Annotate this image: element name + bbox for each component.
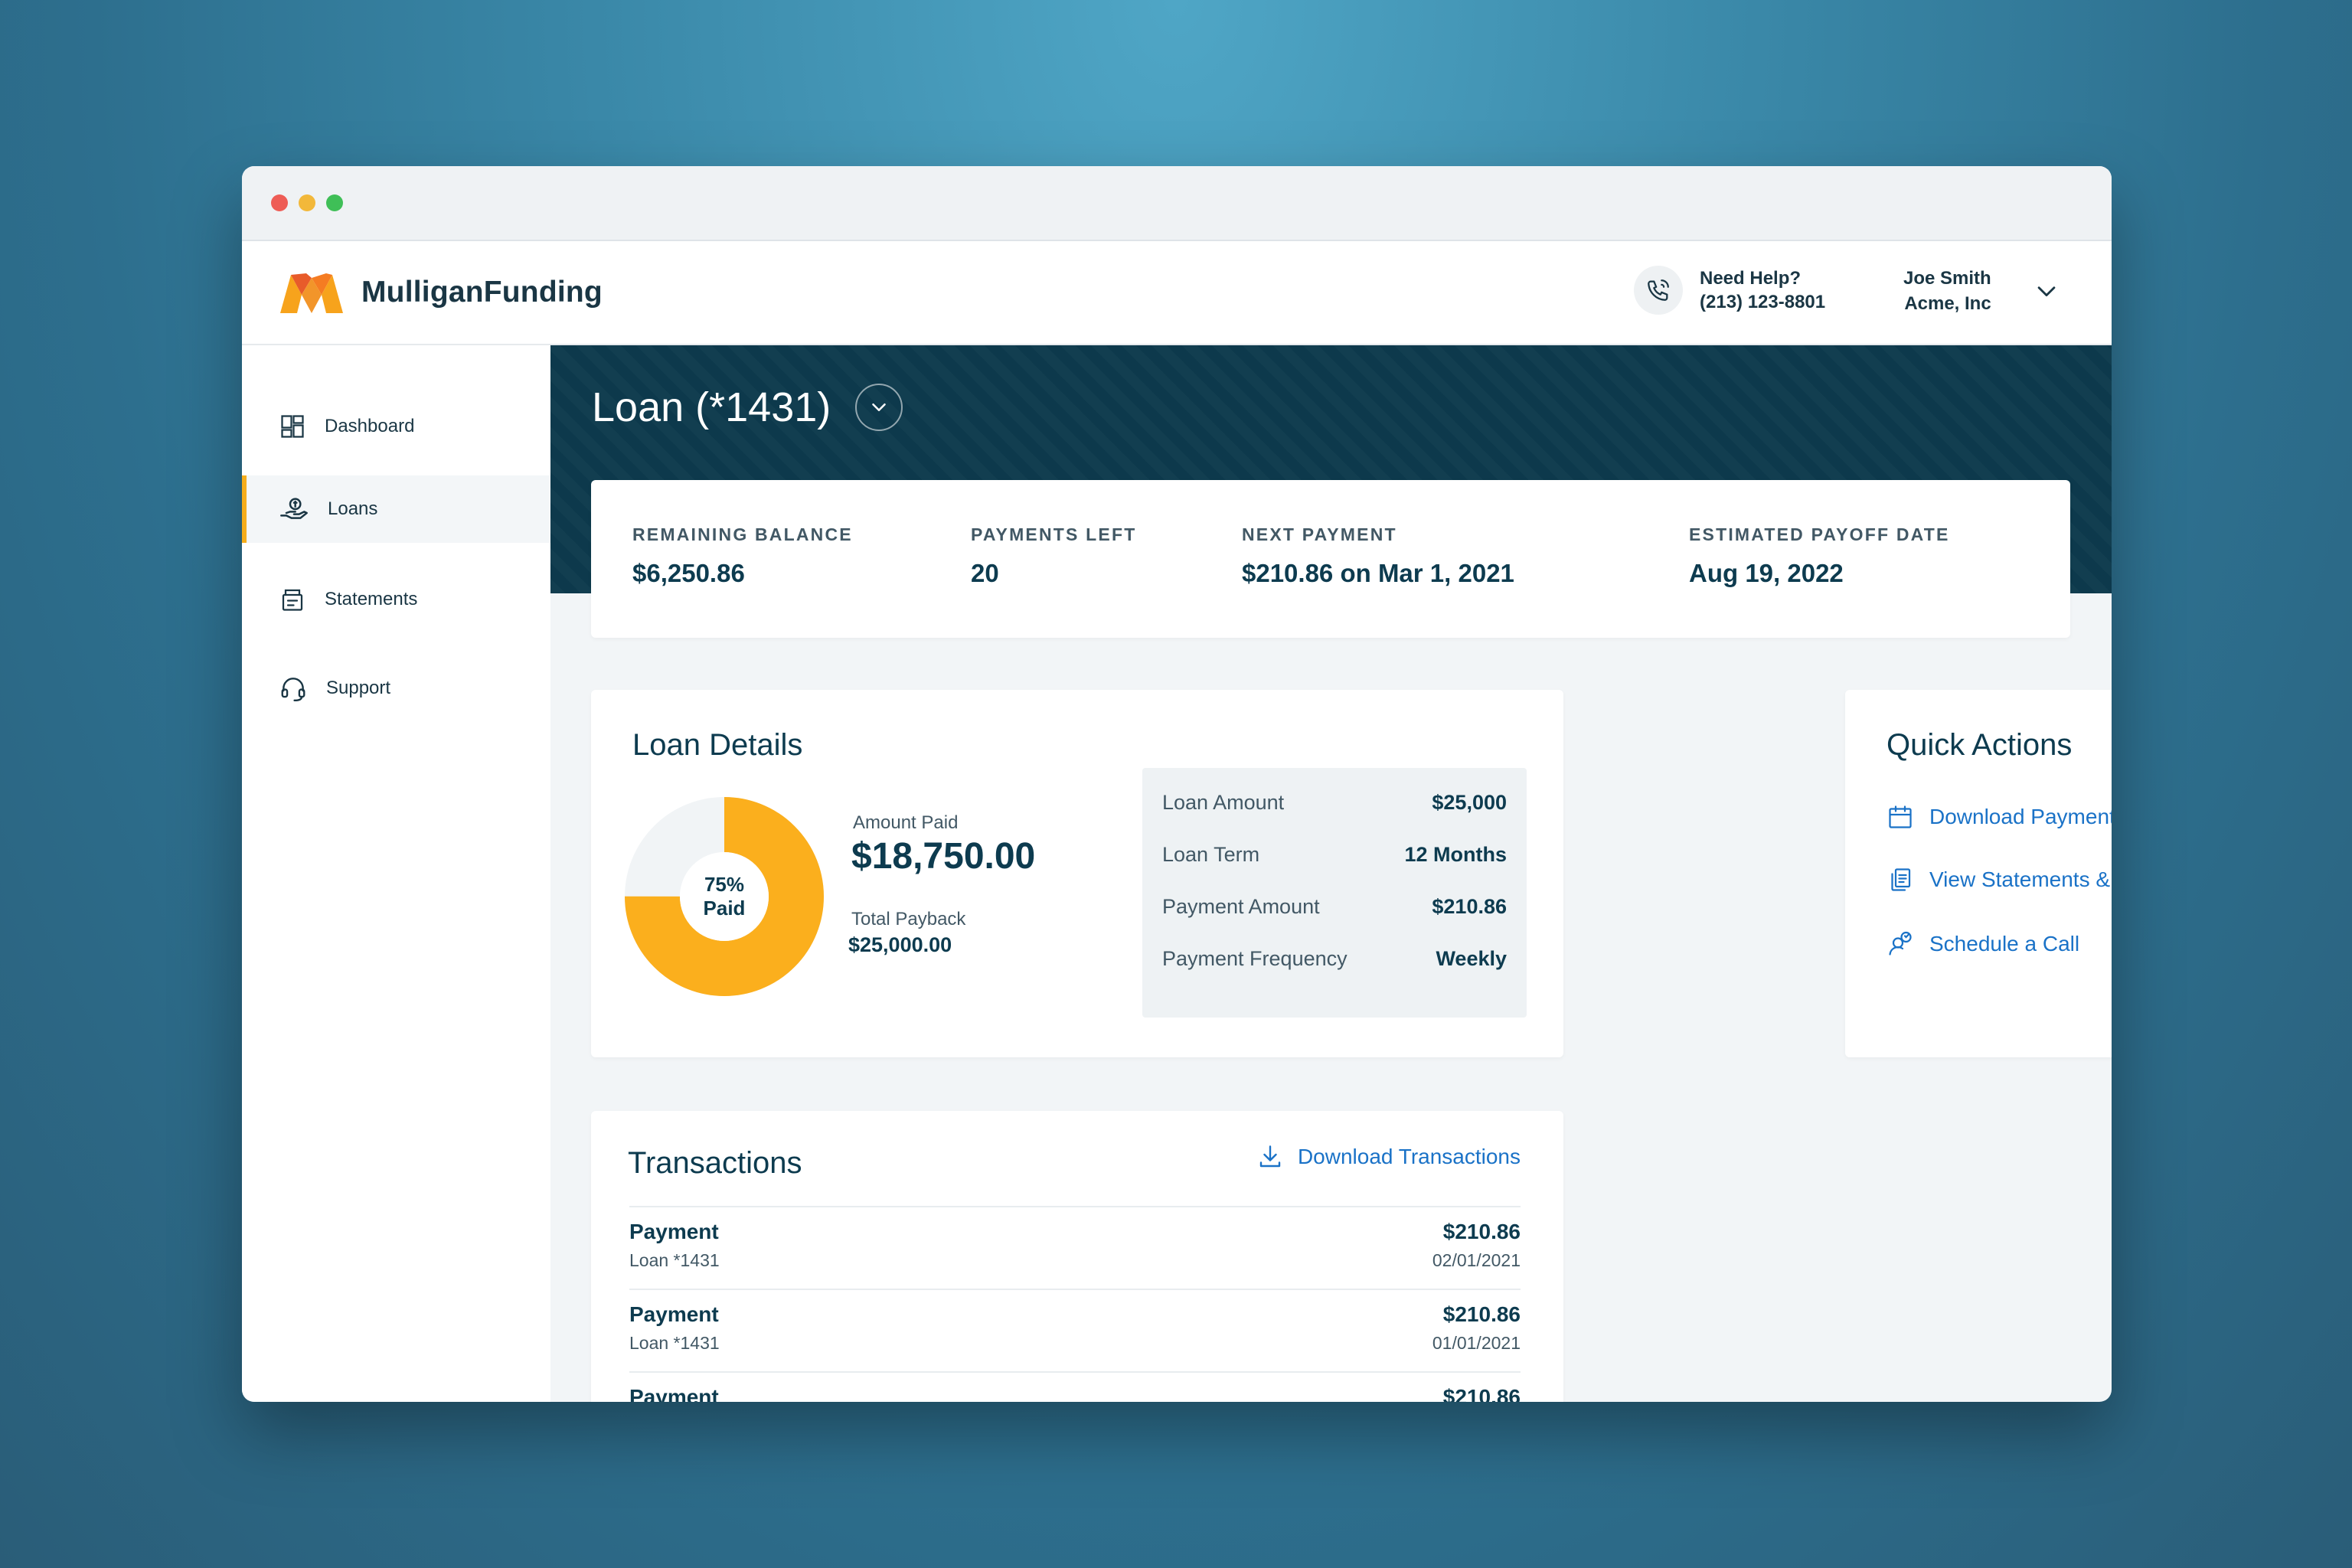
loan-term-row: Loan Term 12 Months [1162, 843, 1507, 895]
user-name: Joe Smith [1903, 268, 1991, 289]
download-payment-schedule-link[interactable]: Download Payment Schedule [1886, 803, 2112, 831]
loan-terms-table: Loan Amount $25,000 Loan Term 12 Months … [1142, 768, 1527, 1018]
stat-estimated-payoff-date: ESTIMATED PAYOFF DATE Aug 19, 2022 [1689, 524, 1950, 588]
call-person-icon [1889, 931, 1912, 956]
stat-label: NEXT PAYMENT [1242, 524, 1397, 544]
minimize-window-button[interactable] [299, 194, 315, 211]
sidebar-nav: Dashboard Loans Statements Support [242, 345, 550, 1402]
dashboard-icon [281, 415, 304, 438]
statements-icon [282, 589, 303, 611]
transaction-amount: $210.86 [1442, 1220, 1521, 1243]
table-row[interactable]: Payment $210.86 [629, 1371, 1521, 1402]
loan-summary-card: REMAINING BALANCE $6,250.86 PAYMENTS LEF… [591, 480, 2070, 638]
transaction-loan: Loan *1431 [629, 1250, 720, 1270]
sidebar-item-label: Support [326, 678, 391, 698]
transaction-type: Payment [629, 1302, 719, 1326]
help-contact[interactable]: Need Help? (213) 123-8801 [1634, 266, 1825, 315]
quick-actions-card: Quick Actions Download Payment Schedule … [1845, 690, 2112, 1057]
transaction-date: 01/01/2021 [1432, 1333, 1521, 1353]
browser-window: MulliganFunding Need Help? (213) 123-880… [242, 166, 2112, 1402]
brand-logo[interactable]: MulliganFunding [280, 270, 603, 315]
amount-paid-label: Amount Paid [853, 812, 959, 833]
stat-value: $6,250.86 [632, 559, 745, 587]
stat-remaining-balance: REMAINING BALANCE $6,250.86 [632, 524, 853, 588]
window-titlebar [242, 166, 2112, 241]
transaction-loan: Loan *1431 [629, 1333, 720, 1353]
term-key: Loan Term [1162, 843, 1260, 866]
donut-percent: 75% [704, 873, 745, 896]
transaction-date: 02/01/2021 [1432, 1250, 1521, 1270]
brand-name: MulliganFunding [361, 276, 603, 309]
transactions-list: Payment Loan *1431 $210.86 02/01/2021 Pa… [629, 1206, 1521, 1402]
stat-label: PAYMENTS LEFT [971, 524, 1137, 544]
section-title: Loan Details [632, 728, 803, 762]
brand-m-icon [280, 273, 343, 313]
table-row[interactable]: Payment Loan *1431 $210.86 01/01/2021 [629, 1289, 1521, 1371]
loan-details-card: Loan Details 75% Paid Amount Paid $18,75… [591, 690, 1563, 1057]
transactions-card: Transactions Download Transactions Payme… [591, 1111, 1563, 1402]
chevron-down-icon[interactable] [2034, 278, 2060, 304]
stat-value: 20 [971, 559, 999, 587]
quick-action-label: Schedule a Call [1929, 932, 2080, 956]
sidebar-item-support[interactable]: Support [242, 655, 550, 722]
headset-icon [281, 678, 305, 702]
download-transactions-link[interactable]: Download Transactions [1256, 1143, 1521, 1171]
chevron-down-icon [872, 403, 886, 411]
loan-title: Loan (*1431) [592, 384, 831, 430]
schedule-call-link[interactable]: Schedule a Call [1886, 930, 2079, 958]
user-company: Acme, Inc [1904, 293, 1991, 314]
loan-term-row: Payment Frequency Weekly [1162, 947, 1507, 999]
term-value: Weekly [1436, 947, 1507, 970]
loan-selector-button[interactable] [855, 384, 903, 431]
table-row[interactable]: Payment Loan *1431 $210.86 02/01/2021 [629, 1206, 1521, 1289]
stat-next-payment: NEXT PAYMENT $210.86 on Mar 1, 2021 [1242, 524, 1514, 588]
term-key: Payment Amount [1162, 895, 1320, 918]
download-transactions-label: Download Transactions [1297, 1145, 1521, 1168]
transaction-amount: $210.86 [1442, 1302, 1521, 1326]
view-statements-forms-link[interactable]: View Statements & Forms [1886, 866, 2112, 893]
stat-value: Aug 19, 2022 [1689, 559, 1844, 587]
section-title: Transactions [628, 1146, 802, 1180]
stat-value: $210.86 on Mar 1, 2021 [1242, 559, 1514, 587]
term-key: Loan Amount [1162, 791, 1285, 814]
quick-action-label: View Statements & Forms [1929, 867, 2112, 891]
loan-term-row: Payment Amount $210.86 [1162, 895, 1507, 947]
transaction-type: Payment [629, 1385, 719, 1402]
term-value: $210.86 [1432, 895, 1507, 918]
stat-label: REMAINING BALANCE [632, 524, 853, 544]
loan-term-row: Loan Amount $25,000 [1162, 791, 1507, 843]
section-title: Quick Actions [1886, 728, 2073, 762]
close-window-button[interactable] [271, 194, 288, 211]
sidebar-item-label: Statements [325, 589, 418, 609]
maximize-window-button[interactable] [326, 194, 343, 211]
sidebar-item-label: Dashboard [325, 416, 415, 436]
sidebar-item-label: Loans [328, 498, 378, 519]
user-menu[interactable]: Joe Smith Acme, Inc [1903, 266, 1991, 316]
donut-paid-label: Paid [703, 897, 746, 920]
paid-progress-donut: 75% Paid [625, 797, 824, 996]
transaction-amount: $210.86 [1442, 1385, 1521, 1402]
phone-icon [1634, 266, 1683, 315]
sidebar-item-loans[interactable]: Loans [242, 475, 550, 543]
help-phone[interactable]: (213) 123-8801 [1700, 290, 1825, 314]
sidebar-item-statements[interactable]: Statements [242, 566, 550, 633]
quick-action-label: Download Payment Schedule [1929, 805, 2112, 828]
download-icon [1259, 1145, 1281, 1168]
term-value: 12 Months [1404, 843, 1507, 866]
transaction-type: Payment [629, 1220, 719, 1243]
total-payback-label: Total Payback [851, 909, 966, 929]
total-payback-value: $25,000.00 [848, 933, 952, 956]
term-key: Payment Frequency [1162, 947, 1348, 970]
calendar-icon [1889, 805, 1912, 828]
stat-payments-left: PAYMENTS LEFT 20 [971, 524, 1136, 588]
amount-paid-value: $18,750.00 [851, 836, 1036, 877]
stat-label: ESTIMATED PAYOFF DATE [1689, 524, 1950, 544]
sidebar-item-dashboard[interactable]: Dashboard [242, 393, 550, 460]
app-header: MulliganFunding Need Help? (213) 123-880… [242, 241, 2112, 345]
loan-money-icon [280, 498, 308, 519]
documents-icon [1891, 868, 1911, 891]
term-value: $25,000 [1432, 791, 1507, 814]
help-title: Need Help? [1700, 268, 1802, 289]
